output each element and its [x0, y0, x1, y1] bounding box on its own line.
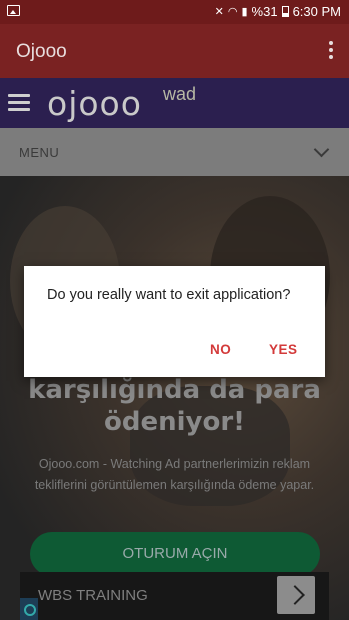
- yes-button[interactable]: YES: [269, 342, 298, 357]
- image-icon: [7, 5, 20, 16]
- signal-icon: ▮: [241, 6, 248, 18]
- app-title: Ojooo: [16, 41, 67, 62]
- mute-icon: ✕: [214, 6, 224, 18]
- battery-percent: %31: [251, 4, 278, 19]
- hero-description: Ojooo.com - Watching Ad partnerlerimizin…: [34, 457, 315, 492]
- status-bar: ✕ ◠ ▮ %31 6:30 PM: [0, 0, 349, 24]
- hero-title-line: karşılığında da para: [28, 375, 321, 405]
- hero-title-line: ödeniyor!: [103, 407, 246, 437]
- ad-text: WBS TRAINING: [38, 587, 148, 604]
- site-logo[interactable]: ojooo: [47, 84, 142, 123]
- chevron-right-icon[interactable]: [277, 576, 315, 614]
- exit-dialog: Do you really want to exit application? …: [24, 266, 325, 377]
- status-right: ✕ ◠ ▮ %31 6:30 PM: [215, 4, 341, 19]
- chevron-down-icon: [313, 141, 330, 158]
- hero-section: karşılığında da para ödeniyor! Ojooo.com…: [0, 176, 349, 620]
- login-button[interactable]: OTURUM AÇIN: [30, 532, 320, 576]
- hamburger-icon[interactable]: [8, 94, 30, 112]
- app-bar: Ojooo: [0, 24, 349, 78]
- ad-banner[interactable]: WBS TRAINING: [20, 572, 329, 620]
- clock: 6:30 PM: [292, 4, 341, 19]
- menu-bar[interactable]: MENU: [0, 128, 349, 176]
- menu-label: MENU: [19, 145, 60, 160]
- no-button[interactable]: NO: [210, 342, 231, 357]
- dialog-message: Do you really want to exit application?: [47, 287, 291, 303]
- battery-icon: [281, 6, 289, 17]
- ad-choices-icon[interactable]: [20, 598, 38, 620]
- overflow-menu-icon[interactable]: [329, 41, 333, 59]
- hero-title: karşılığında da para ödeniyor!: [0, 374, 349, 438]
- site-logo-suffix: wad: [163, 84, 197, 104]
- wifi-icon: ◠: [227, 6, 238, 18]
- site-header: ojooo wad: [0, 78, 349, 128]
